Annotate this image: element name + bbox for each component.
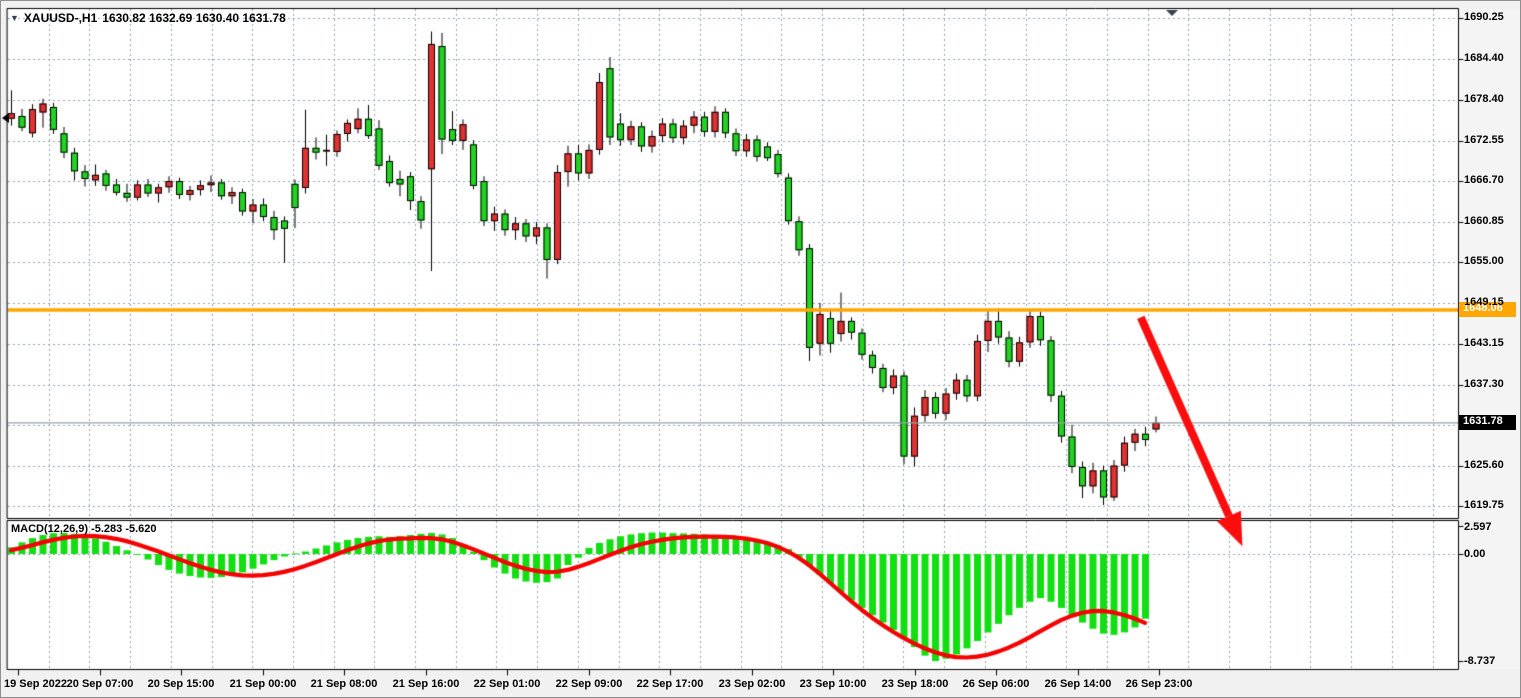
chart-ohlc-readout: 1630.82 1632.69 1630.40 1631.78 bbox=[102, 11, 286, 25]
chart-title: ▼ XAUUSD-,H1 1630.82 1632.69 1630.40 163… bbox=[10, 11, 286, 25]
price-axis-label: 1643.15 bbox=[1464, 337, 1504, 349]
price-axis-label: 1637.30 bbox=[1464, 378, 1504, 390]
time-axis-label: 22 Sep 01:00 bbox=[474, 678, 541, 690]
time-axis-label: 22 Sep 17:00 bbox=[637, 678, 704, 690]
price-axis-label: 1649.15 bbox=[1464, 296, 1504, 308]
time-axis-label: 23 Sep 02:00 bbox=[719, 678, 786, 690]
price-axis-label: 1619.75 bbox=[1464, 499, 1504, 511]
macd-axis-label: 0.00 bbox=[1464, 548, 1485, 560]
time-axis-label: 26 Sep 06:00 bbox=[963, 678, 1030, 690]
price-chart-canvas[interactable] bbox=[1, 1, 1521, 698]
chart-symbol-timeframe: XAUUSD-,H1 bbox=[24, 11, 97, 25]
time-axis-label: 21 Sep 16:00 bbox=[393, 678, 460, 690]
chart-window: ▼ XAUUSD-,H1 1630.82 1632.69 1630.40 163… bbox=[0, 0, 1521, 698]
price-axis-label: 1660.85 bbox=[1464, 215, 1504, 227]
time-axis-label: 21 Sep 00:00 bbox=[230, 678, 297, 690]
time-axis-label: 21 Sep 08:00 bbox=[311, 678, 378, 690]
price-axis-label: 1666.70 bbox=[1464, 174, 1504, 186]
time-axis-label: 26 Sep 14:00 bbox=[1045, 678, 1112, 690]
price-axis-label: 1690.25 bbox=[1464, 11, 1504, 23]
time-axis-label: 20 Sep 07:00 bbox=[67, 678, 134, 690]
price-axis-label: 1625.60 bbox=[1464, 459, 1504, 471]
price-axis-label: 1684.40 bbox=[1464, 52, 1504, 64]
price-axis-label: 1678.40 bbox=[1464, 93, 1504, 105]
bid-price-tag: 1631.78 bbox=[1459, 415, 1516, 430]
time-axis-label: 23 Sep 18:00 bbox=[882, 678, 949, 690]
macd-indicator-label: MACD(12,26,9) -5.283 -5.620 bbox=[11, 523, 157, 535]
price-axis-label: 1672.55 bbox=[1464, 134, 1504, 146]
time-axis-label: 22 Sep 09:00 bbox=[556, 678, 623, 690]
time-axis-label: 23 Sep 10:00 bbox=[800, 678, 867, 690]
collapse-chevron-icon[interactable]: ▼ bbox=[10, 14, 19, 23]
price-axis-label: 1655.00 bbox=[1464, 255, 1504, 267]
time-axis-label: 20 Sep 15:00 bbox=[148, 678, 215, 690]
time-axis-label: 19 Sep 2022 bbox=[4, 678, 67, 690]
time-axis-label: 26 Sep 23:00 bbox=[1126, 678, 1193, 690]
macd-axis-label: 2.597 bbox=[1464, 521, 1492, 533]
macd-axis-label: -8.737 bbox=[1464, 655, 1495, 667]
